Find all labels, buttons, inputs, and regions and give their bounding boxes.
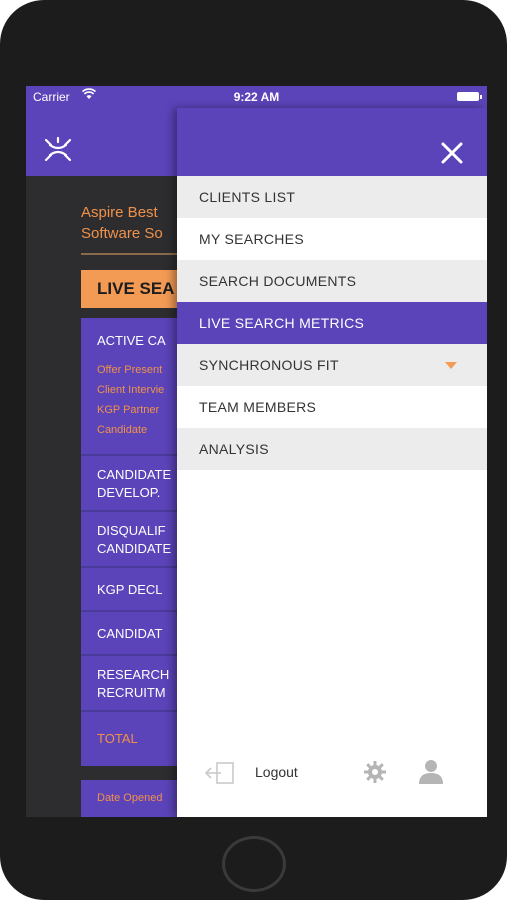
- metric-row-candidate-develop[interactable]: CANDIDATE DEVELOP.: [81, 456, 181, 512]
- metric-title: RESEARCH: [97, 667, 170, 682]
- drawer-footer: Logout: [177, 748, 487, 796]
- company-name: Aspire Best Software So: [81, 204, 163, 242]
- menu-item-clients-list[interactable]: CLIENTS LIST: [177, 176, 487, 218]
- metric-row-total[interactable]: TOTAL: [81, 712, 181, 766]
- metric-row-active[interactable]: ACTIVE CA Offer Present Client Intervie …: [81, 318, 181, 456]
- date-opened-box: Date Opened: [81, 780, 181, 817]
- metric-sub: Candidate: [97, 424, 148, 436]
- metric-row-disqualified[interactable]: DISQUALIF CANDIDATE: [81, 512, 181, 568]
- metric-title: RECRUITM: [97, 685, 166, 700]
- metric-title: ACTIVE CA: [97, 333, 166, 348]
- status-bar: Carrier 9:22 AM: [26, 86, 487, 108]
- metric-row-kgp-declined[interactable]: KGP DECL: [81, 568, 181, 612]
- close-icon[interactable]: [439, 140, 465, 166]
- metrics-panel: ACTIVE CA Offer Present Client Intervie …: [81, 318, 181, 766]
- metric-sub: KGP Partner: [97, 404, 160, 416]
- menu-item-team-members[interactable]: TEAM MEMBERS: [177, 386, 487, 428]
- battery-icon: [457, 92, 482, 101]
- metric-title: TOTAL: [97, 731, 138, 746]
- menu-item-synchronous-fit[interactable]: SYNCHRONOUS FIT: [177, 344, 487, 386]
- live-search-tab[interactable]: LIVE SEA: [81, 270, 181, 308]
- metric-title: DEVELOP.: [97, 485, 161, 500]
- menu-item-my-searches[interactable]: MY SEARCHES: [177, 218, 487, 260]
- chevron-down-icon[interactable]: [445, 362, 457, 369]
- logout-icon[interactable]: [204, 762, 235, 789]
- clock: 9:22 AM: [233, 90, 280, 104]
- metric-title: DISQUALIF: [97, 523, 166, 538]
- menu-item-live-search-metrics[interactable]: LIVE SEARCH METRICS: [177, 302, 487, 344]
- metric-title: KGP DECL: [97, 582, 163, 597]
- metric-title: CANDIDATE: [97, 467, 172, 482]
- metric-title: CANDIDAT: [97, 626, 163, 641]
- gear-icon[interactable]: [363, 760, 387, 789]
- app-logo-icon[interactable]: [42, 136, 74, 169]
- logout-button[interactable]: Logout: [255, 764, 298, 780]
- metric-sub: Client Intervie: [97, 384, 165, 396]
- metric-row-candidate[interactable]: CANDIDAT: [81, 612, 181, 656]
- screen: Carrier 9:22 AM Aspire Best Software So …: [26, 86, 487, 817]
- menu-item-label: SYNCHRONOUS FIT: [199, 357, 339, 373]
- user-icon[interactable]: [417, 758, 445, 789]
- home-button[interactable]: [222, 836, 286, 892]
- metric-title: CANDIDATE: [97, 541, 172, 556]
- menu-item-search-documents[interactable]: SEARCH DOCUMENTS: [177, 260, 487, 302]
- metric-sub: Offer Present: [97, 364, 163, 376]
- divider: [81, 253, 181, 255]
- phone-frame: Carrier 9:22 AM Aspire Best Software So …: [0, 0, 507, 900]
- date-opened-label: Date Opened: [97, 792, 163, 804]
- menu-item-analysis[interactable]: ANALYSIS: [177, 428, 487, 470]
- navigation-drawer: CLIENTS LIST MY SEARCHES SEARCH DOCUMENT…: [177, 108, 487, 817]
- metric-row-research[interactable]: RESEARCH RECRUITM: [81, 656, 181, 712]
- drawer-header: [177, 108, 487, 176]
- drawer-menu: CLIENTS LIST MY SEARCHES SEARCH DOCUMENT…: [177, 176, 487, 470]
